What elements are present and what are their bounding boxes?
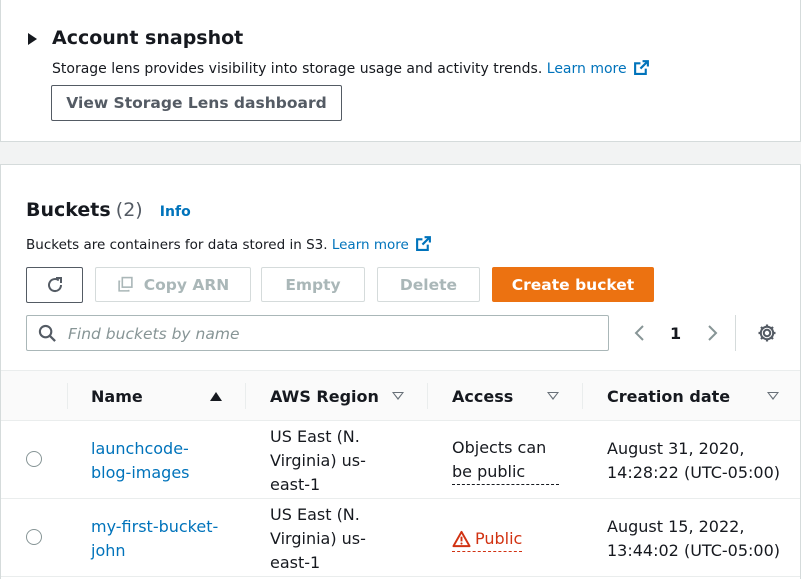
region-line: US East (N. [270, 427, 360, 446]
bucket-name-link[interactable]: my-first-bucket- john [91, 515, 218, 563]
buckets-learn-more-link[interactable]: Learn more [332, 237, 409, 253]
account-snapshot-description: Storage lens provides visibility into st… [52, 59, 650, 77]
copy-arn-label: Copy ARN [143, 275, 230, 294]
bucket-name-link[interactable]: launchcode- blog-images [91, 437, 190, 485]
empty-button[interactable]: Empty [261, 267, 365, 302]
refresh-icon [47, 277, 62, 293]
bucket-region: US East (N. Virginia) us- east-1 [270, 503, 366, 575]
copy-arn-button[interactable]: Copy ARN [95, 267, 251, 302]
column-divider [67, 383, 68, 409]
bucket-name-line: john [91, 541, 126, 560]
buckets-header: Buckets (2) Info [26, 199, 191, 221]
row-select-radio[interactable] [26, 529, 42, 545]
snapshot-description-text: Storage lens provides visibility into st… [52, 61, 543, 77]
snapshot-learn-more-link[interactable]: Learn more [547, 61, 627, 77]
view-storage-lens-dashboard-button[interactable]: View Storage Lens dashboard [51, 85, 342, 121]
bucket-creation-date: August 15, 2022, 13:44:02 (UTC-05:00) [607, 515, 780, 563]
buckets-description-text: Buckets are containers for data stored i… [26, 237, 328, 253]
account-snapshot-title[interactable]: Account snapshot [52, 27, 243, 49]
find-buckets-search[interactable]: Find buckets by name [26, 315, 609, 351]
previous-page-icon[interactable] [633, 323, 647, 343]
buckets-panel: Buckets (2) Info Buckets are containers … [0, 164, 801, 579]
column-divider [245, 383, 246, 409]
access-line: be public [452, 460, 560, 485]
public-access-badge: Public [452, 527, 523, 552]
row-select-radio[interactable] [26, 451, 42, 467]
table-row[interactable]: my-first-bucket- john US East (N. Virgin… [1, 499, 800, 577]
bucket-creation-date: August 31, 2020, 14:28:22 (UTC-05:00) [607, 437, 780, 485]
column-divider [427, 383, 428, 409]
bucket-name-line: my-first-bucket- [91, 517, 219, 536]
column-header-region[interactable]: AWS Region [270, 387, 379, 406]
column-header-creation-date[interactable]: Creation date [607, 387, 730, 406]
bucket-name-line: launchcode- [91, 439, 189, 458]
date-line: 14:28:22 (UTC-05:00) [607, 463, 781, 482]
external-link-icon [416, 236, 432, 251]
region-line: east-1 [270, 475, 321, 494]
bucket-access: Public [452, 527, 523, 555]
search-icon [38, 324, 56, 342]
bucket-name-line: blog-images [91, 463, 190, 482]
sort-ascending-icon[interactable] [210, 392, 222, 401]
column-header-access[interactable]: Access [452, 387, 513, 406]
pagination-divider [735, 315, 736, 351]
delete-button[interactable]: Delete [377, 267, 480, 302]
current-page-number[interactable]: 1 [670, 324, 681, 343]
next-page-icon[interactable] [705, 323, 719, 343]
buckets-table-header: Name AWS Region Access Creation date [1, 370, 800, 421]
column-divider [582, 383, 583, 409]
buckets-count: (2) [115, 199, 143, 221]
bucket-region: US East (N. Virginia) us- east-1 [270, 425, 366, 497]
create-bucket-button[interactable]: Create bucket [492, 267, 654, 302]
buckets-info-link[interactable]: Info [160, 204, 191, 220]
buckets-description: Buckets are containers for data stored i… [26, 235, 432, 253]
public-access-label: Public [475, 529, 523, 548]
external-link-icon [634, 60, 649, 75]
sort-icon[interactable] [547, 392, 559, 400]
column-header-name[interactable]: Name [91, 387, 143, 406]
table-row[interactable]: launchcode- blog-images US East (N. Virg… [1, 421, 800, 499]
date-line: August 31, 2020, [607, 439, 745, 458]
region-line: east-1 [270, 553, 321, 572]
region-line: Virginia) us- [270, 451, 366, 470]
date-line: 13:44:02 (UTC-05:00) [607, 541, 781, 560]
date-line: August 15, 2022, [607, 517, 745, 536]
sort-icon[interactable] [392, 392, 404, 400]
account-snapshot-panel: Account snapshot Storage lens provides v… [0, 0, 801, 142]
region-line: US East (N. [270, 505, 360, 524]
sort-icon[interactable] [767, 392, 779, 400]
warning-icon [452, 530, 471, 548]
gear-icon[interactable] [756, 322, 778, 344]
buckets-title: Buckets [26, 199, 111, 221]
expand-caret-icon[interactable] [28, 33, 37, 45]
access-line: Objects can [452, 438, 547, 457]
refresh-button[interactable] [26, 267, 83, 303]
copy-icon [118, 276, 133, 292]
bucket-access: Objects can be public [452, 436, 560, 485]
search-placeholder: Find buckets by name [68, 325, 240, 343]
region-line: Virginia) us- [270, 529, 366, 548]
